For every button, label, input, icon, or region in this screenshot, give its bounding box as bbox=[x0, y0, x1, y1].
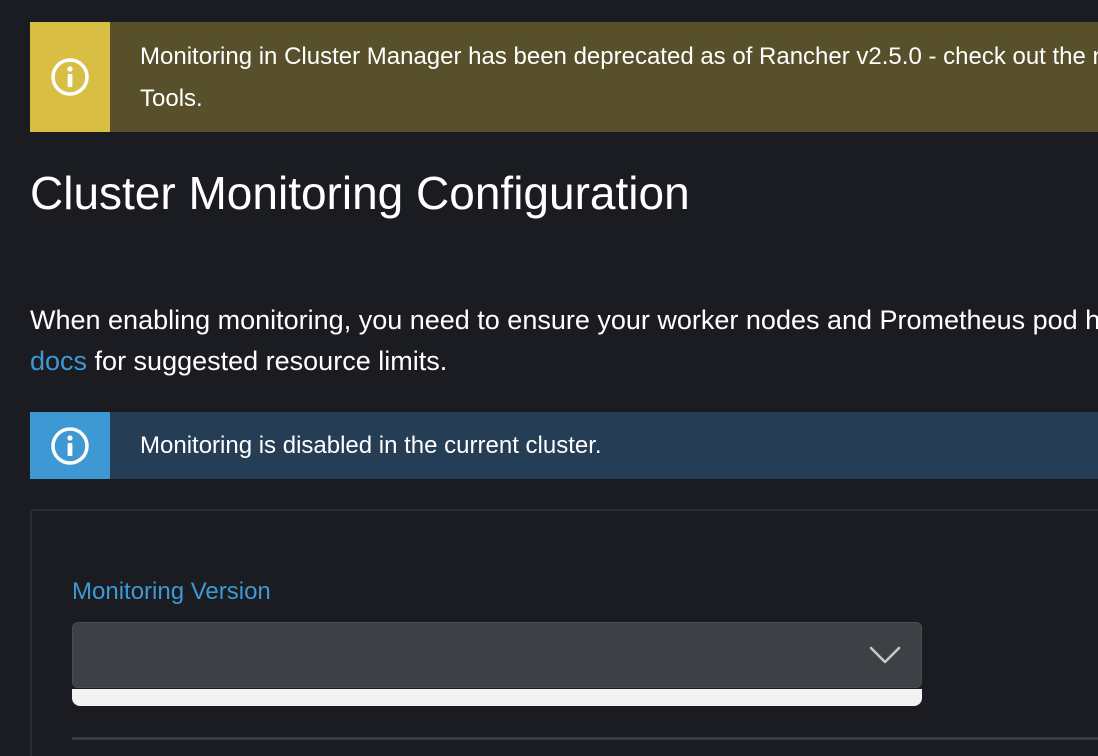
monitoring-version-label: Monitoring Version bbox=[72, 578, 271, 605]
docs-link[interactable]: docs bbox=[30, 346, 87, 376]
status-message: Monitoring is disabled in the current cl… bbox=[140, 431, 602, 459]
section-divider bbox=[72, 737, 1098, 740]
intro-text: When enabling monitoring, you need to en… bbox=[30, 300, 1098, 382]
intro-line-2: docs for suggested resource limits. bbox=[30, 341, 1098, 382]
deprecation-message: Monitoring in Cluster Manager has been d… bbox=[110, 22, 1098, 132]
deprecation-banner: Monitoring in Cluster Manager has been d… bbox=[30, 22, 1098, 132]
info-icon-box bbox=[30, 412, 110, 479]
monitoring-version-select[interactable] bbox=[72, 622, 922, 688]
intro-line-1: When enabling monitoring, you need to en… bbox=[30, 305, 1098, 335]
status-banner: Monitoring is disabled in the current cl… bbox=[30, 412, 1098, 479]
deprecation-line-2: Tools. bbox=[140, 85, 203, 112]
intro-line-2-text: for suggested resource limits. bbox=[87, 346, 448, 376]
page-title: Cluster Monitoring Configuration bbox=[30, 167, 690, 219]
deprecation-line-1: Monitoring in Cluster Manager has been d… bbox=[140, 43, 1098, 70]
chevron-down-icon bbox=[869, 646, 901, 664]
cluster-monitoring-page: Monitoring in Cluster Manager has been d… bbox=[0, 0, 1098, 756]
warning-icon-box bbox=[30, 22, 110, 132]
select-dropdown-edge bbox=[72, 689, 922, 706]
info-circle-icon bbox=[51, 426, 89, 465]
info-circle-icon bbox=[51, 58, 89, 96]
